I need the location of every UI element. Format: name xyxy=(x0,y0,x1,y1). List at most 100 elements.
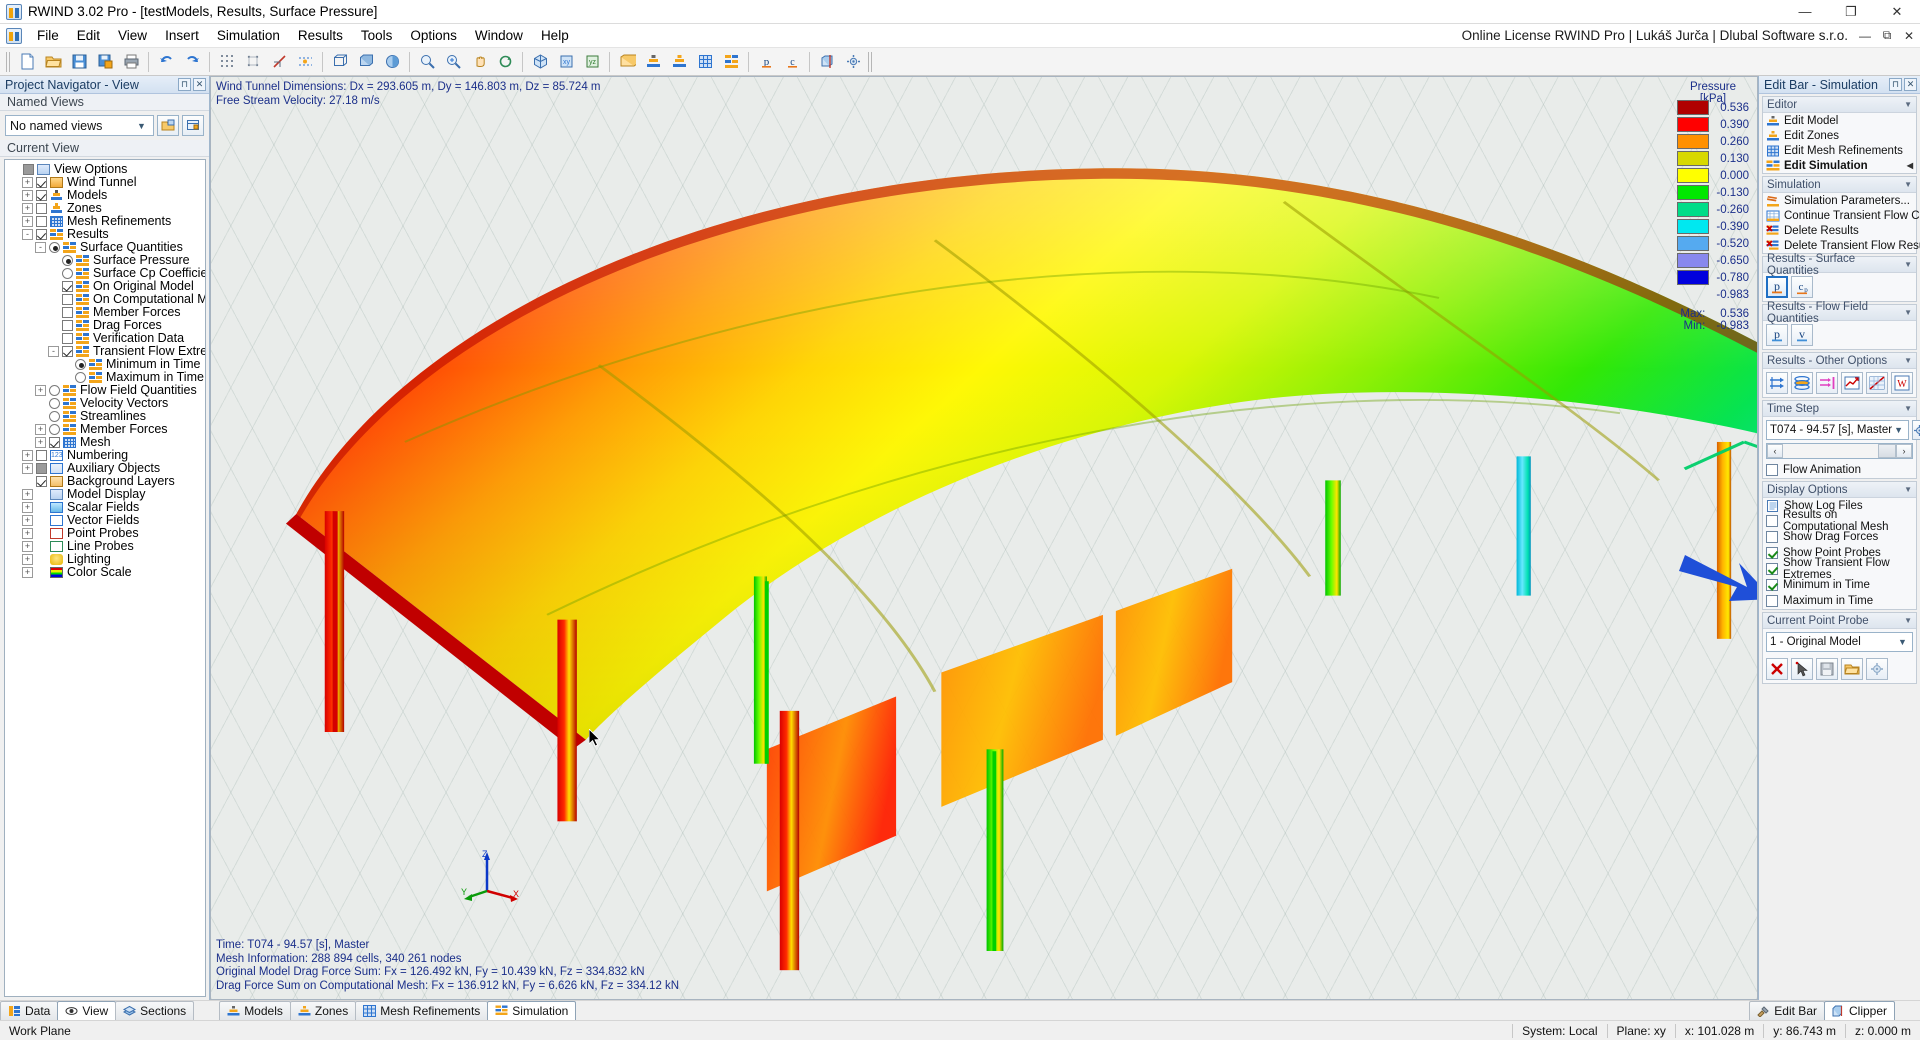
tree-checkbox[interactable] xyxy=(49,437,60,448)
results-on-computational-mesh-row[interactable]: Results on Computational Mesh xyxy=(1763,509,1916,533)
results-surface-header[interactable]: Results - Surface Quantities ▼ xyxy=(1763,253,1916,277)
time-step-track[interactable] xyxy=(1783,444,1896,458)
edit-zones-item[interactable]: Edit Zones xyxy=(1763,128,1916,143)
simulation-parameters-item[interactable]: Simulation Parameters... xyxy=(1763,193,1916,208)
tree-radio[interactable] xyxy=(49,242,60,253)
close-button[interactable]: ✕ xyxy=(1874,0,1920,24)
save-probe-button[interactable] xyxy=(1816,658,1838,680)
tree-checkbox[interactable] xyxy=(36,216,47,227)
flow-velocity-button[interactable]: v xyxy=(1791,324,1813,346)
tree-checkbox[interactable] xyxy=(62,346,73,357)
collapse-icon[interactable]: - xyxy=(48,346,59,357)
wind-tunnel-toolbar-icon[interactable] xyxy=(615,50,639,74)
pin-icon[interactable]: ⊓ xyxy=(178,78,191,91)
collapse-icon[interactable]: - xyxy=(35,242,46,253)
surface-pressure-button[interactable]: p xyxy=(1766,276,1788,298)
toolbar-grip[interactable] xyxy=(6,51,12,72)
results-other-header[interactable]: Results - Other Options ▼ xyxy=(1763,353,1916,369)
time-step-settings-button[interactable] xyxy=(1912,420,1920,440)
expand-icon[interactable]: + xyxy=(22,190,33,201)
expand-icon[interactable]: + xyxy=(22,541,33,552)
tab-clipper[interactable]: Clipper xyxy=(1823,1001,1895,1020)
surface-cp-button[interactable]: cp xyxy=(1791,276,1813,298)
show-transient-flow-extremes-row[interactable]: Show Transient Flow Extremes xyxy=(1763,557,1916,581)
tree-checkbox[interactable] xyxy=(62,307,73,318)
results-flow-header[interactable]: Results - Flow Field Quantities ▼ xyxy=(1763,301,1916,325)
tree-checkbox[interactable] xyxy=(62,320,73,331)
expand-icon[interactable]: + xyxy=(22,216,33,227)
zone-toolbar-icon[interactable] xyxy=(667,50,691,74)
expand-icon[interactable]: + xyxy=(35,437,46,448)
tree-item-wind-tunnel[interactable]: + Wind Tunnel xyxy=(9,176,205,189)
export-probe-button[interactable] xyxy=(1841,658,1863,680)
maximum-in-time-checkbox[interactable] xyxy=(1766,595,1778,607)
flow-animation-checkbox[interactable] xyxy=(1766,464,1778,476)
tree-radio[interactable] xyxy=(62,255,73,266)
menu-item-tools[interactable]: Tools xyxy=(352,26,402,45)
continue-transient-flow-item[interactable]: Continue Transient Flow Calculat... xyxy=(1763,208,1920,223)
current-point-probe-header[interactable]: Current Point Probe ▼ xyxy=(1763,613,1916,629)
expand-icon[interactable]: + xyxy=(22,515,33,526)
system-status[interactable]: System: Local xyxy=(1513,1021,1606,1040)
rotate-icon[interactable] xyxy=(493,50,517,74)
maximize-button[interactable]: ❐ xyxy=(1828,0,1874,24)
tree-radio[interactable] xyxy=(49,385,60,396)
named-views-combo[interactable]: No named views ▼ xyxy=(5,115,154,136)
view-xy-icon[interactable]: xy xyxy=(554,50,578,74)
chevron-down-icon[interactable]: ▼ xyxy=(1904,180,1912,189)
new-file-icon[interactable] xyxy=(15,50,39,74)
clipper-toolbar-icon[interactable] xyxy=(815,50,839,74)
simulation-group-header[interactable]: Simulation ▼ xyxy=(1763,177,1916,193)
panel-close-icon[interactable]: ✕ xyxy=(193,78,206,91)
tree-checkbox[interactable] xyxy=(36,463,47,474)
velocity-vectors-button[interactable] xyxy=(1766,372,1788,394)
chevron-down-icon[interactable]: ▼ xyxy=(1904,616,1912,625)
tree-checkbox[interactable] xyxy=(36,203,47,214)
tab-mesh-refinements[interactable]: Mesh Refinements xyxy=(355,1001,489,1020)
tab-view[interactable]: View xyxy=(57,1001,117,1020)
doc-restore-button[interactable]: ⧉ xyxy=(1876,25,1898,47)
edit-simulation-item[interactable]: Edit Simulation ◀ xyxy=(1763,158,1916,173)
menu-item-simulation[interactable]: Simulation xyxy=(208,26,289,45)
expand-icon[interactable]: + xyxy=(22,554,33,565)
save-file-icon[interactable] xyxy=(67,50,91,74)
open-file-icon[interactable] xyxy=(41,50,65,74)
tree-radio[interactable] xyxy=(62,268,73,279)
view-yz-icon[interactable]: yz xyxy=(580,50,604,74)
ortho-icon[interactable] xyxy=(267,50,291,74)
tree-checkbox[interactable] xyxy=(23,164,34,175)
toolbar-grip-2[interactable] xyxy=(868,51,874,72)
results-on-computational-mesh-checkbox[interactable] xyxy=(1766,515,1778,527)
menu-item-options[interactable]: Options xyxy=(401,26,466,45)
wireframe-icon[interactable] xyxy=(328,50,352,74)
print-icon[interactable] xyxy=(119,50,143,74)
edit-bar-pin-icon[interactable]: ⊓ xyxy=(1889,78,1902,91)
expand-icon[interactable]: + xyxy=(22,528,33,539)
tab-data[interactable]: Data xyxy=(0,1001,59,1020)
grid-snap-icon[interactable] xyxy=(215,50,239,74)
tab-zones[interactable]: Zones xyxy=(289,1001,357,1020)
tree-checkbox[interactable] xyxy=(62,281,73,292)
flow-pressure-button[interactable]: p xyxy=(1766,324,1788,346)
tree-checkbox[interactable] xyxy=(62,333,73,344)
chevron-down-icon[interactable]: ▼ xyxy=(1904,485,1912,494)
expand-icon[interactable]: + xyxy=(22,463,33,474)
tree-radio[interactable] xyxy=(75,359,86,370)
tree-checkbox[interactable] xyxy=(36,229,47,240)
view-options-tree[interactable]: View Options + Wind Tunnel + Models + Zones + Me… xyxy=(4,159,206,997)
expand-icon[interactable]: + xyxy=(22,177,33,188)
plane-status[interactable]: Plane: xy xyxy=(1608,1021,1675,1040)
collapse-icon[interactable]: - xyxy=(22,229,33,240)
time-step-thumb[interactable] xyxy=(1878,444,1896,458)
shaded-icon[interactable] xyxy=(354,50,378,74)
tree-radio[interactable] xyxy=(49,398,60,409)
simulation-toolbar-icon[interactable] xyxy=(719,50,743,74)
word-report-button[interactable]: W xyxy=(1891,372,1913,394)
time-step-header[interactable]: Time Step ▼ xyxy=(1763,401,1916,417)
results-cp-toolbar-icon[interactable]: c xyxy=(780,50,804,74)
editor-group-header[interactable]: Editor ▼ xyxy=(1763,97,1916,113)
expand-icon[interactable]: + xyxy=(35,385,46,396)
tree-checkbox[interactable] xyxy=(62,294,73,305)
minimum-in-time-checkbox[interactable] xyxy=(1766,579,1778,591)
edit-model-item[interactable]: Edit Model xyxy=(1763,113,1916,128)
